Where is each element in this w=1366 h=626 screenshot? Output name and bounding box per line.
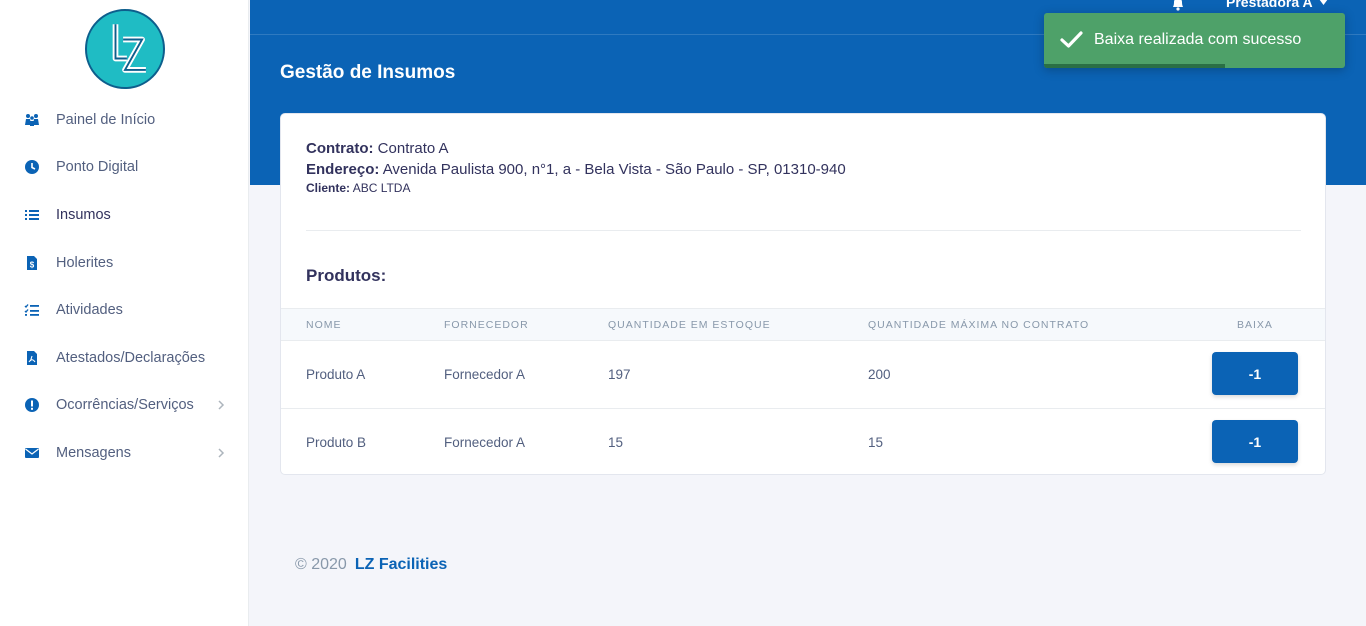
chevron-right-icon (217, 400, 225, 410)
exclamation-circle-icon (24, 397, 40, 413)
success-toast[interactable]: Baixa realizada com sucesso (1044, 13, 1345, 68)
sidebar-item-ponto-digital[interactable]: Ponto Digital (0, 144, 249, 192)
user-menu[interactable]: Prestadora A (1226, 0, 1328, 10)
column-header-max: QUANTIDADE MÁXIMA NO CONTRATO (868, 319, 1090, 331)
sidebar-item-painel-de-inicio[interactable]: Painel de Início (0, 96, 249, 144)
sidebar-item-insumos[interactable]: Insumos (0, 191, 249, 239)
list-icon (24, 207, 40, 223)
bell-icon[interactable] (1170, 0, 1186, 11)
product-name: Produto A (306, 367, 366, 382)
clock-icon (24, 159, 40, 175)
address-value: Avenida Paulista 900, n°1, a - Bela Vist… (382, 161, 846, 178)
sidebar-item-holerites[interactable]: $ Holerites (0, 239, 249, 287)
check-icon (1060, 30, 1083, 49)
product-supplier: Fornecedor A (444, 367, 526, 382)
footer-brand-link[interactable]: LZ Facilities (355, 556, 447, 574)
contract-line: Contrato: Contrato A (306, 138, 846, 159)
products-table: NOME FORNECEDOR QUANTIDADE EM ESTOQUE QU… (281, 308, 1325, 477)
dollar-file-icon: $ (24, 255, 40, 271)
sidebar-item-label: Atividades (56, 302, 123, 319)
sidebar-item-label: Ponto Digital (56, 159, 139, 176)
sidebar-nav: Painel de Início Ponto Digital Insumos $… (0, 96, 249, 477)
sidebar-item-label: Holerites (56, 254, 114, 271)
table-header: NOME FORNECEDOR QUANTIDADE EM ESTOQUE QU… (281, 308, 1325, 341)
client-value: ABC LTDA (352, 181, 411, 195)
sidebar-item-label: Mensagens (56, 444, 131, 461)
toast-progress-bar (1044, 64, 1225, 68)
decrement-button[interactable]: -1 (1212, 420, 1298, 463)
sidebar-item-atividades[interactable]: Atividades (0, 286, 249, 334)
svg-text:$: $ (30, 260, 35, 269)
divider (306, 230, 1301, 231)
sidebar-item-label: Painel de Início (56, 111, 156, 128)
copyright: © 2020 (295, 556, 347, 573)
client-label: Cliente: (306, 181, 351, 195)
product-max: 200 (868, 367, 891, 382)
supplies-card: Contrato: Contrato A Endereço: Avenida P… (280, 113, 1326, 475)
people-icon (24, 112, 40, 128)
contract-label: Contrato: (306, 140, 374, 157)
contract-info: Contrato: Contrato A Endereço: Avenida P… (306, 138, 846, 196)
products-title: Produtos: (306, 266, 387, 285)
page-title: Gestão de Insumos (280, 62, 456, 83)
column-header-action: BAIXA (1237, 319, 1273, 331)
toast-message: Baixa realizada com sucesso (1094, 31, 1302, 48)
client-line: Cliente: ABC LTDA (306, 180, 846, 196)
column-header-stock: QUANTIDADE EM ESTOQUE (608, 319, 771, 331)
pdf-file-icon (24, 350, 40, 366)
footer: © 2020 LZ Facilities (295, 556, 447, 574)
contract-value: Contrato A (377, 140, 449, 157)
address-label: Endereço: (306, 161, 380, 178)
product-name: Produto B (306, 435, 367, 450)
lz-logo[interactable] (85, 9, 165, 89)
decrement-button[interactable]: -1 (1212, 352, 1298, 395)
envelope-icon (24, 445, 40, 461)
sidebar-item-atestados-declaracoes[interactable]: Atestados/Declarações (0, 334, 249, 382)
product-max: 15 (868, 435, 884, 450)
table-row: Produto A Fornecedor A 197 200 -1 (281, 341, 1325, 409)
column-header-supplier: FORNECEDOR (444, 319, 529, 331)
product-stock: 197 (608, 367, 631, 382)
address-line: Endereço: Avenida Paulista 900, n°1, a -… (306, 159, 846, 180)
column-header-name: NOME (306, 319, 342, 331)
caret-down-icon (1319, 0, 1328, 5)
sidebar-item-label: Insumos (56, 206, 111, 223)
sidebar-item-ocorrencias-servicos[interactable]: Ocorrências/Serviços (0, 382, 249, 430)
table-row: Produto B Fornecedor A 15 15 -1 (281, 409, 1325, 477)
product-stock: 15 (608, 435, 624, 450)
user-name: Prestadora A (1226, 0, 1313, 10)
sidebar: Painel de Início Ponto Digital Insumos $… (0, 0, 249, 626)
lz-logo-mark (112, 24, 146, 73)
task-list-icon (24, 302, 40, 318)
chevron-right-icon (217, 448, 225, 458)
sidebar-item-label: Ocorrências/Serviços (56, 397, 194, 414)
product-supplier: Fornecedor A (444, 435, 526, 450)
sidebar-item-mensagens[interactable]: Mensagens (0, 429, 249, 477)
sidebar-item-label: Atestados/Declarações (56, 349, 206, 366)
